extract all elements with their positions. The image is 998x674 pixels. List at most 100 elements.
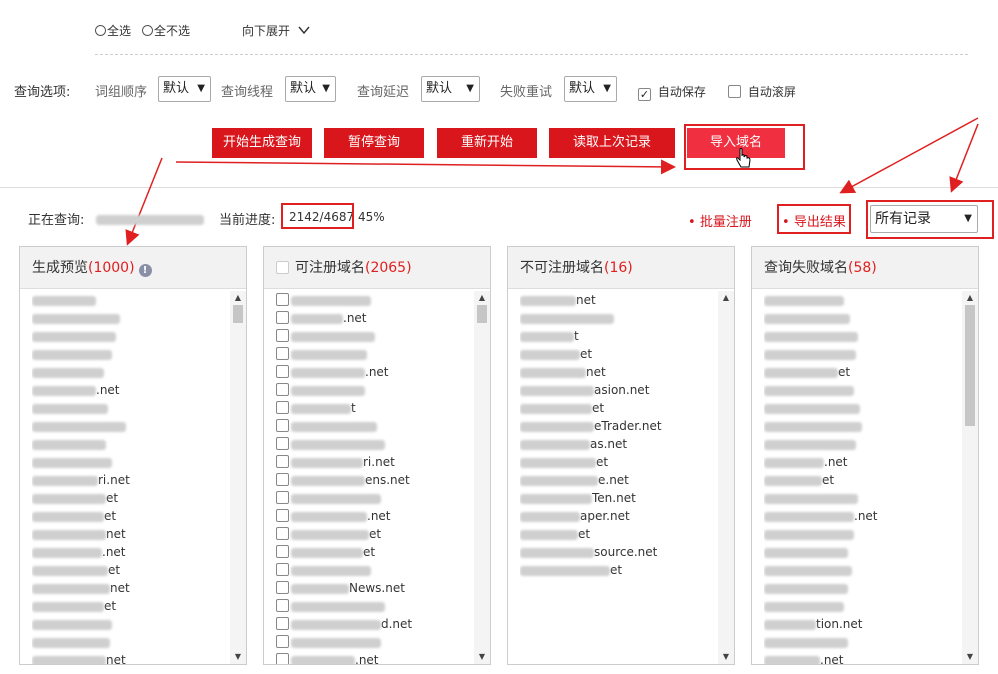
domain-suffix: asion.net	[594, 383, 650, 397]
row-checkbox[interactable]	[276, 491, 289, 504]
scroll-up-icon[interactable]: ▲	[962, 291, 978, 305]
domain-suffix: .net	[367, 509, 391, 523]
row-checkbox[interactable]	[276, 401, 289, 414]
blurred-domain	[764, 331, 858, 342]
scrollbar[interactable]: ▲ ▼	[718, 291, 734, 664]
row-checkbox[interactable]	[276, 455, 289, 468]
domain-list-item	[32, 633, 228, 651]
domain-suffix: et	[592, 401, 605, 415]
domain-list-item: et	[520, 561, 716, 579]
domain-list-item[interactable]: d.net	[276, 615, 472, 633]
domain-list-item: net	[32, 579, 228, 597]
domain-list-item	[764, 633, 960, 651]
row-checkbox[interactable]	[276, 419, 289, 432]
domain-list-item[interactable]	[276, 345, 472, 363]
domain-list-item: et	[32, 597, 228, 615]
row-checkbox[interactable]	[276, 635, 289, 648]
domain-suffix: et	[106, 491, 119, 505]
scrollbar[interactable]: ▲ ▼	[962, 291, 978, 664]
domain-list-item[interactable]	[276, 489, 472, 507]
row-checkbox[interactable]	[276, 365, 289, 378]
row-checkbox[interactable]	[276, 527, 289, 540]
domain-list-item: aper.net	[520, 507, 716, 525]
row-checkbox[interactable]	[276, 599, 289, 612]
domain-suffix: et	[822, 473, 835, 487]
blurred-domain	[32, 583, 110, 594]
scroll-down-icon[interactable]: ▼	[474, 650, 490, 664]
domain-list-item	[764, 345, 960, 363]
domain-list-item[interactable]: .net	[276, 309, 472, 327]
row-checkbox[interactable]	[276, 329, 289, 342]
row-checkbox[interactable]	[276, 653, 289, 664]
domain-list-item[interactable]	[276, 327, 472, 345]
scroll-down-icon[interactable]: ▼	[962, 650, 978, 664]
row-checkbox[interactable]	[276, 293, 289, 306]
domain-list-item[interactable]	[276, 435, 472, 453]
row-checkbox[interactable]	[276, 563, 289, 576]
domain-list-item[interactable]	[276, 633, 472, 651]
blurred-domain	[291, 547, 363, 558]
domain-list-item: net	[520, 291, 716, 309]
blurred-domain	[764, 367, 838, 378]
domain-suffix: source.net	[594, 545, 658, 559]
scroll-up-icon[interactable]: ▲	[474, 291, 490, 305]
domain-list-item[interactable]	[276, 597, 472, 615]
row-checkbox[interactable]	[276, 437, 289, 450]
scroll-down-icon[interactable]: ▼	[230, 650, 246, 664]
domain-list[interactable]: et .net et .net tion.net .net	[764, 291, 960, 664]
domain-suffix: aper.net	[580, 509, 630, 523]
domain-list-item[interactable]: t	[276, 399, 472, 417]
domain-list-item[interactable]: ens.net	[276, 471, 472, 489]
domain-list-item[interactable]	[276, 381, 472, 399]
select-all-checkbox[interactable]	[276, 261, 289, 274]
domain-list-item[interactable]: .net	[276, 651, 472, 664]
domain-list-item[interactable]: et	[276, 543, 472, 561]
row-checkbox[interactable]	[276, 311, 289, 324]
row-checkbox[interactable]	[276, 473, 289, 486]
scrollbar[interactable]: ▲ ▼	[474, 291, 490, 664]
row-checkbox[interactable]	[276, 383, 289, 396]
blurred-domain	[764, 295, 844, 306]
domain-suffix: .net	[820, 653, 844, 664]
domain-list-item: .net	[32, 543, 228, 561]
blurred-domain	[764, 475, 822, 486]
domain-list-item[interactable]: .net	[276, 363, 472, 381]
row-checkbox[interactable]	[276, 581, 289, 594]
scroll-up-icon[interactable]: ▲	[230, 291, 246, 305]
row-checkbox[interactable]	[276, 509, 289, 522]
domain-list-item[interactable]	[276, 417, 472, 435]
domain-list-item	[764, 525, 960, 543]
row-checkbox[interactable]	[276, 617, 289, 630]
row-checkbox[interactable]	[276, 545, 289, 558]
domain-list[interactable]: .net .net t ri.net ens.net .net et et News.net d.…	[276, 291, 472, 664]
blurred-domain	[32, 385, 96, 396]
row-checkbox[interactable]	[276, 347, 289, 360]
scrollbar[interactable]: ▲ ▼	[230, 291, 246, 664]
domain-list-item[interactable]: et	[276, 525, 472, 543]
domain-suffix: et	[596, 455, 609, 469]
domain-list-item[interactable]	[276, 291, 472, 309]
blurred-domain	[32, 565, 108, 576]
scroll-thumb[interactable]	[233, 305, 243, 323]
domain-list-item: .net	[764, 453, 960, 471]
blurred-domain	[32, 457, 112, 468]
panel-header: 生成预览(1000)!	[20, 247, 246, 289]
scroll-up-icon[interactable]: ▲	[718, 291, 734, 305]
domain-suffix: eTrader.net	[594, 419, 662, 433]
bulk-register-link[interactable]: • 批量注册	[688, 211, 752, 230]
scroll-thumb[interactable]	[965, 305, 975, 426]
domain-list-item[interactable]: News.net	[276, 579, 472, 597]
domain-list[interactable]: .netri.netetetnet.netetnetetnet.net	[32, 291, 228, 664]
domain-list-item: ri.net	[32, 471, 228, 489]
scroll-down-icon[interactable]: ▼	[718, 650, 734, 664]
scroll-thumb[interactable]	[477, 305, 487, 323]
info-icon[interactable]: !	[138, 264, 152, 277]
domain-list-item: net	[32, 525, 228, 543]
domain-list[interactable]: net t et net asion.net et eTrader.net as.net et e…	[520, 291, 716, 664]
blurred-domain	[764, 637, 848, 648]
blurred-domain	[764, 565, 852, 576]
annotation-box	[281, 203, 354, 229]
domain-list-item[interactable]	[276, 561, 472, 579]
domain-list-item[interactable]: .net	[276, 507, 472, 525]
domain-list-item[interactable]: ri.net	[276, 453, 472, 471]
